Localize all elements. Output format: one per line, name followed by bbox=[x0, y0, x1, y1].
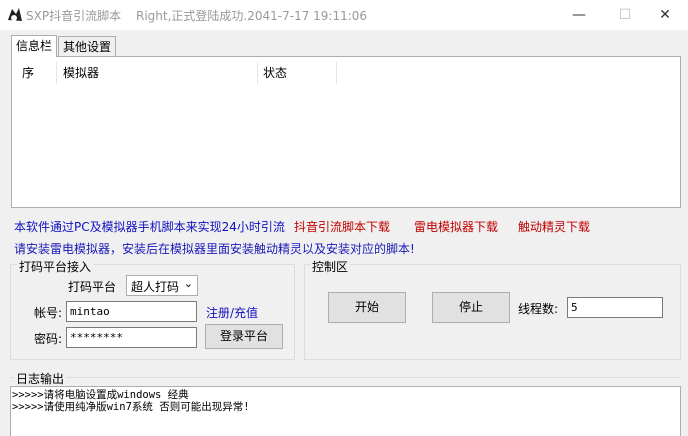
chevron-down-icon: ⌄ bbox=[183, 277, 193, 290]
start-button[interactable]: 开始 bbox=[328, 292, 406, 323]
login-platform-button[interactable]: 登录平台 bbox=[205, 324, 283, 349]
emulator-download-link[interactable]: 雷电模拟器下载 bbox=[414, 218, 498, 235]
thread-count-input[interactable]: 5 bbox=[567, 297, 663, 318]
column-header-index[interactable]: 序 bbox=[22, 64, 34, 82]
password-label: 密码: bbox=[34, 332, 63, 346]
column-divider bbox=[257, 62, 258, 84]
log-line: >>>>>请使用纯净版win7系统 否则可能出现异常! bbox=[12, 401, 250, 413]
platform-label: 打码平台 bbox=[68, 280, 117, 294]
control-group-title: 控制区 bbox=[310, 258, 351, 275]
log-line: >>>>>请将电脑设置成windows 经典 bbox=[12, 389, 189, 401]
password-input[interactable]: ******** bbox=[66, 327, 197, 348]
tab-other-settings[interactable]: 其他设置 bbox=[58, 36, 117, 56]
column-header-status[interactable]: 状态 bbox=[263, 64, 287, 82]
platform-select[interactable]: 超人打码 ⌄ bbox=[126, 275, 198, 296]
close-button[interactable]: ✕ bbox=[642, 0, 688, 30]
minimize-button[interactable]: — bbox=[556, 0, 602, 30]
column-divider bbox=[56, 62, 57, 84]
script-download-link[interactable]: 抖音引流脚本下载 bbox=[294, 218, 390, 235]
window-title: SXP抖音引流脚本 bbox=[26, 9, 122, 23]
account-input[interactable]: mintao bbox=[66, 301, 197, 322]
intro-link[interactable]: 本软件通过PC及模拟器手机脚本来实现24小时引流 bbox=[14, 218, 285, 235]
thread-count-label: 线程数: bbox=[518, 302, 559, 316]
emulator-list-table bbox=[11, 56, 681, 208]
log-output-area[interactable]: >>>>>请将电脑设置成windows 经典 >>>>>请使用纯净版win7系统… bbox=[10, 386, 681, 436]
column-header-emulator[interactable]: 模拟器 bbox=[63, 64, 99, 82]
account-label: 帐号: bbox=[34, 306, 63, 320]
tab-info[interactable]: 信息栏 bbox=[11, 35, 58, 57]
stop-button[interactable]: 停止 bbox=[432, 292, 510, 323]
app-logo-icon bbox=[8, 8, 22, 21]
column-divider bbox=[336, 62, 337, 84]
install-notice: 请安装雷电模拟器，安装后在模拟器里面安装触动精灵以及安装对应的脚本! bbox=[14, 242, 415, 256]
platform-select-value: 超人打码 bbox=[131, 280, 180, 294]
touch-sprite-download-link[interactable]: 触动精灵下载 bbox=[518, 218, 590, 235]
captcha-group-title: 打码平台接入 bbox=[17, 258, 94, 275]
log-divider bbox=[10, 377, 681, 378]
log-title: 日志输出 bbox=[14, 370, 67, 387]
register-recharge-link[interactable]: 注册/充值 bbox=[206, 304, 258, 321]
login-status-text: Right,正式登陆成功.2041-7-17 19:11:06 bbox=[136, 9, 368, 23]
